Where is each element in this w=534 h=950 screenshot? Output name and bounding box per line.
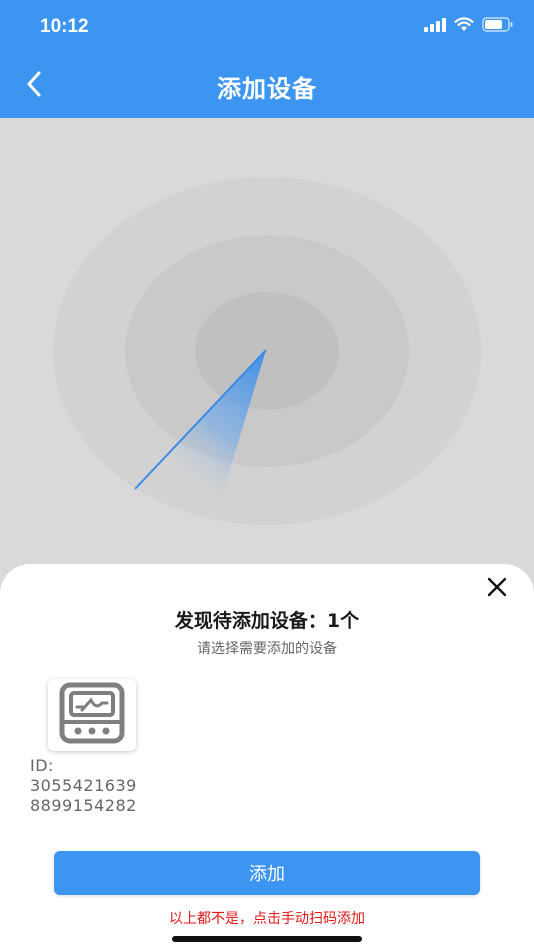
status-icons xyxy=(424,17,514,36)
radar-scan-area xyxy=(0,118,534,588)
add-button[interactable]: 添加 xyxy=(54,851,480,895)
app-header: 10:12 添加设备 xyxy=(0,0,534,118)
home-indicator xyxy=(172,936,362,942)
device-id-line1: 3055421639 xyxy=(30,776,137,795)
found-count-title: 发现待添加设备：1个 xyxy=(174,610,360,632)
device-found-sheet: 发现待添加设备：1个 请选择需要添加的设备 ID: 3055421639 889… xyxy=(0,564,534,950)
device-id: ID: 3055421639 8899154282 xyxy=(30,756,137,816)
device-card[interactable] xyxy=(48,679,136,751)
device-meter-icon xyxy=(58,682,126,748)
wifi-icon xyxy=(454,17,474,36)
radar-ring-inner xyxy=(195,292,339,410)
status-bar: 10:12 xyxy=(0,0,534,54)
status-time: 10:12 xyxy=(40,16,89,37)
device-id-line2: 8899154282 xyxy=(30,796,137,815)
close-button[interactable] xyxy=(482,574,512,604)
close-icon xyxy=(487,577,507,601)
battery-icon xyxy=(482,17,514,36)
signal-icon xyxy=(424,17,446,36)
select-hint: 请选择需要添加的设备 xyxy=(197,641,337,657)
manual-scan-link[interactable]: 以上都不是，点击手动扫码添加 xyxy=(0,908,534,928)
page-title: 添加设备 xyxy=(217,75,317,103)
device-id-label: ID: xyxy=(30,756,54,775)
nav-bar: 添加设备 xyxy=(0,54,534,118)
